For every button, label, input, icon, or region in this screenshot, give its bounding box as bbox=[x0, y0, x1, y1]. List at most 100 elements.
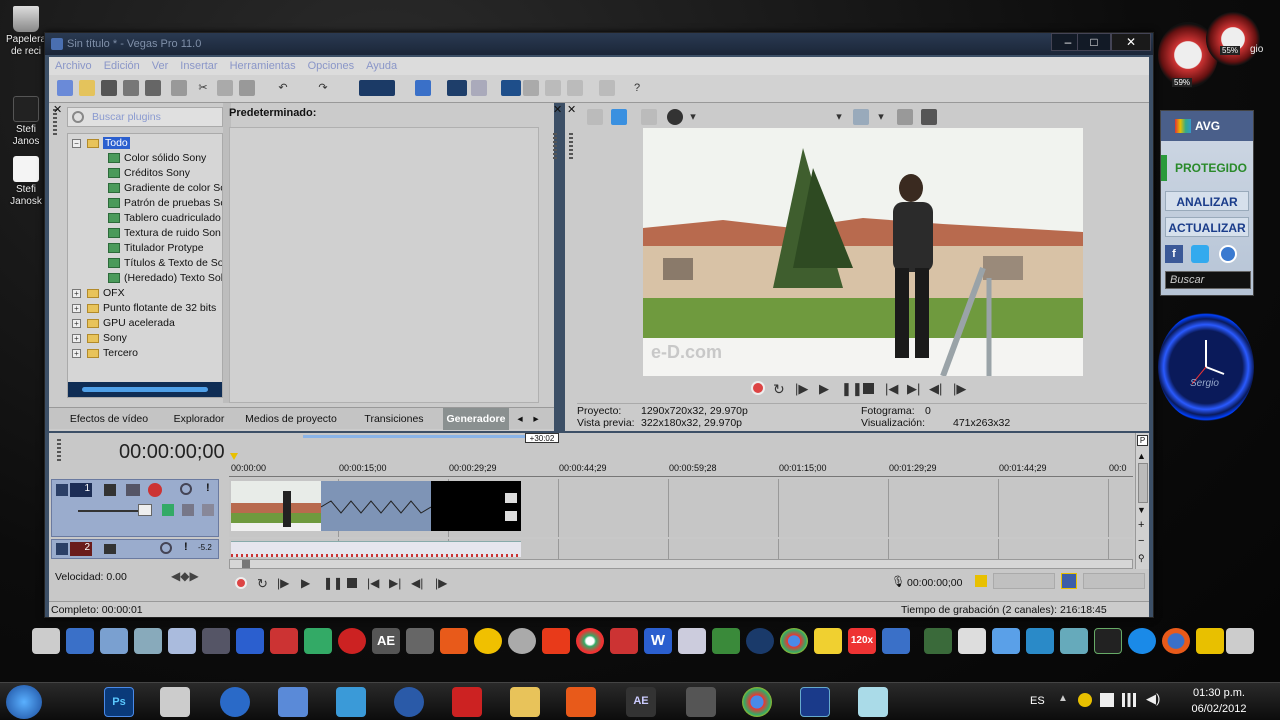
close-button[interactable]: ✕ bbox=[1111, 33, 1151, 51]
cut-icon[interactable]: ✂ bbox=[195, 80, 211, 96]
save-snapshot-icon[interactable] bbox=[921, 109, 937, 125]
chevron-down-icon[interactable]: ▾ bbox=[873, 109, 889, 125]
zoom-in-icon[interactable]: + bbox=[1138, 519, 1144, 531]
region-icon[interactable] bbox=[1061, 573, 1077, 589]
maximize-button[interactable]: □ bbox=[1077, 33, 1111, 51]
paste-icon[interactable] bbox=[239, 80, 255, 96]
app-dock-icon[interactable] bbox=[134, 628, 162, 654]
horizontal-scrollbar[interactable] bbox=[68, 382, 222, 397]
chrome-icon[interactable] bbox=[780, 628, 808, 654]
collapse-icon[interactable]: − bbox=[72, 138, 81, 148]
vegas-taskbar-icon[interactable] bbox=[800, 687, 830, 717]
tree-item-plugin[interactable]: (Heredado) Texto Sol bbox=[108, 271, 222, 286]
copy-icon[interactable] bbox=[217, 80, 233, 96]
firefox-icon[interactable] bbox=[1162, 628, 1190, 654]
title-bar[interactable]: Sin título * - Vegas Pro 11.0 – □ ✕ bbox=[45, 33, 1153, 55]
loop-icon[interactable]: ↻ bbox=[257, 576, 268, 592]
track-motion-icon[interactable] bbox=[104, 484, 116, 496]
clock-gadget[interactable]: Sergio bbox=[1158, 312, 1254, 422]
app-dock-icon[interactable] bbox=[32, 628, 60, 654]
memory-meter-gadget[interactable]: 55% bbox=[1206, 12, 1260, 66]
save-icon[interactable] bbox=[101, 80, 117, 96]
app-dock-icon[interactable] bbox=[1026, 628, 1054, 654]
tree-item-plugin[interactable]: Titulador Protype bbox=[108, 241, 204, 256]
go-to-start-icon[interactable]: |◀ bbox=[367, 576, 379, 590]
user-file-icon[interactable]: Stefi Janosk bbox=[4, 156, 48, 208]
tray-icon[interactable] bbox=[1078, 693, 1092, 707]
loop-icon[interactable]: ↻ bbox=[773, 381, 785, 398]
video-event-body[interactable] bbox=[320, 481, 432, 531]
taskbar-app-icon[interactable] bbox=[452, 687, 482, 717]
app-dock-icon[interactable] bbox=[542, 628, 570, 654]
expand-icon[interactable]: + bbox=[72, 288, 81, 298]
folder-icon[interactable] bbox=[510, 687, 540, 717]
mute-icon[interactable] bbox=[160, 542, 172, 554]
loop-region-bar[interactable] bbox=[303, 435, 527, 438]
save-as-icon[interactable] bbox=[123, 80, 139, 96]
app-dock-icon[interactable] bbox=[202, 628, 230, 654]
tray-expand-icon[interactable]: ▲ bbox=[1058, 693, 1068, 704]
length-field[interactable] bbox=[1083, 573, 1145, 589]
menu-edicion[interactable]: Edición bbox=[98, 57, 146, 75]
app-dock-icon[interactable] bbox=[474, 628, 502, 654]
preset-list[interactable] bbox=[229, 127, 539, 403]
record-button[interactable] bbox=[235, 577, 247, 589]
zoom-out-icon[interactable]: − bbox=[1138, 535, 1144, 547]
taskbar-app-icon[interactable] bbox=[686, 687, 716, 717]
expand-icon[interactable]: + bbox=[72, 318, 81, 328]
solo-icon[interactable]: ! bbox=[206, 482, 210, 494]
mute-icon[interactable] bbox=[180, 483, 192, 495]
tree-item-folder[interactable]: + Punto flotante de 32 bits bbox=[72, 301, 216, 316]
close-pane-icon[interactable]: ✕ bbox=[53, 103, 62, 116]
tree-item-plugin[interactable]: Color sólido Sony bbox=[108, 151, 206, 166]
child-icon[interactable] bbox=[202, 504, 214, 516]
after-effects-icon[interactable]: AE bbox=[626, 687, 656, 717]
expand-icon[interactable]: + bbox=[72, 333, 81, 343]
next-frame-icon[interactable]: |▶ bbox=[435, 576, 447, 590]
speed-slider-icon[interactable]: ◀◆▶ bbox=[171, 569, 199, 583]
app-dock-icon[interactable] bbox=[882, 628, 910, 654]
undo-icon[interactable]: ↶ bbox=[275, 80, 291, 96]
audio-track-header[interactable]: 2 ! -5.2 bbox=[51, 539, 219, 559]
split-screen-icon[interactable] bbox=[667, 109, 683, 125]
tree-item-folder[interactable]: + OFX bbox=[72, 286, 125, 301]
clock-time[interactable]: 01:30 p.m. bbox=[1178, 687, 1260, 699]
app-dock-icon[interactable] bbox=[508, 628, 536, 654]
app-dock-icon[interactable] bbox=[678, 628, 706, 654]
copy-snapshot-icon[interactable] bbox=[897, 109, 913, 125]
render-icon[interactable] bbox=[145, 80, 161, 96]
tab-scroll-left-icon[interactable]: ◂ bbox=[513, 408, 527, 430]
recycle-bin-icon[interactable]: Papelera de reci bbox=[4, 6, 48, 58]
clock-date[interactable]: 06/02/2012 bbox=[1178, 703, 1260, 715]
drag-handle[interactable] bbox=[569, 133, 573, 159]
overlays-icon[interactable] bbox=[853, 109, 869, 125]
menu-archivo[interactable]: Archivo bbox=[49, 57, 98, 75]
auto-crossfade-icon[interactable] bbox=[501, 80, 521, 96]
settings-icon[interactable] bbox=[1219, 245, 1237, 263]
properties-icon[interactable] bbox=[171, 80, 187, 96]
tree-item-plugin[interactable]: Gradiente de color So bbox=[108, 181, 222, 196]
play-from-start-icon[interactable]: |▶ bbox=[795, 381, 808, 397]
prev-frame-icon[interactable]: ◀| bbox=[929, 381, 942, 397]
user-folder-icon[interactable]: Stefi Janos bbox=[4, 96, 48, 148]
slider-thumb[interactable] bbox=[138, 504, 152, 516]
tab-efectos-video[interactable]: Efectos de vídeo bbox=[59, 408, 159, 430]
timeline-scrollbar[interactable] bbox=[229, 559, 1133, 569]
preview-fx-icon[interactable] bbox=[641, 109, 657, 125]
go-to-end-icon[interactable]: ▶| bbox=[389, 576, 401, 590]
word-icon[interactable]: W bbox=[644, 628, 672, 654]
app-dock-icon[interactable] bbox=[406, 628, 434, 654]
app-dock-icon[interactable] bbox=[168, 628, 196, 654]
tree-item-plugin[interactable]: Patrón de pruebas Sc bbox=[108, 196, 222, 211]
volume-icon[interactable]: ◀) bbox=[1146, 691, 1160, 707]
track-fx-icon[interactable] bbox=[148, 483, 162, 497]
open-icon[interactable] bbox=[79, 80, 95, 96]
facebook-icon[interactable]: f bbox=[1165, 245, 1183, 263]
twitter-icon[interactable] bbox=[1191, 245, 1209, 263]
go-to-end-icon[interactable]: ▶| bbox=[907, 381, 920, 397]
external-monitor-icon[interactable] bbox=[611, 109, 627, 125]
taskbar-app-icon[interactable] bbox=[220, 687, 250, 717]
stop-icon[interactable] bbox=[863, 383, 874, 394]
tab-medios-proyecto[interactable]: Medios de proyecto bbox=[241, 408, 341, 430]
marker-icon[interactable] bbox=[975, 575, 987, 587]
